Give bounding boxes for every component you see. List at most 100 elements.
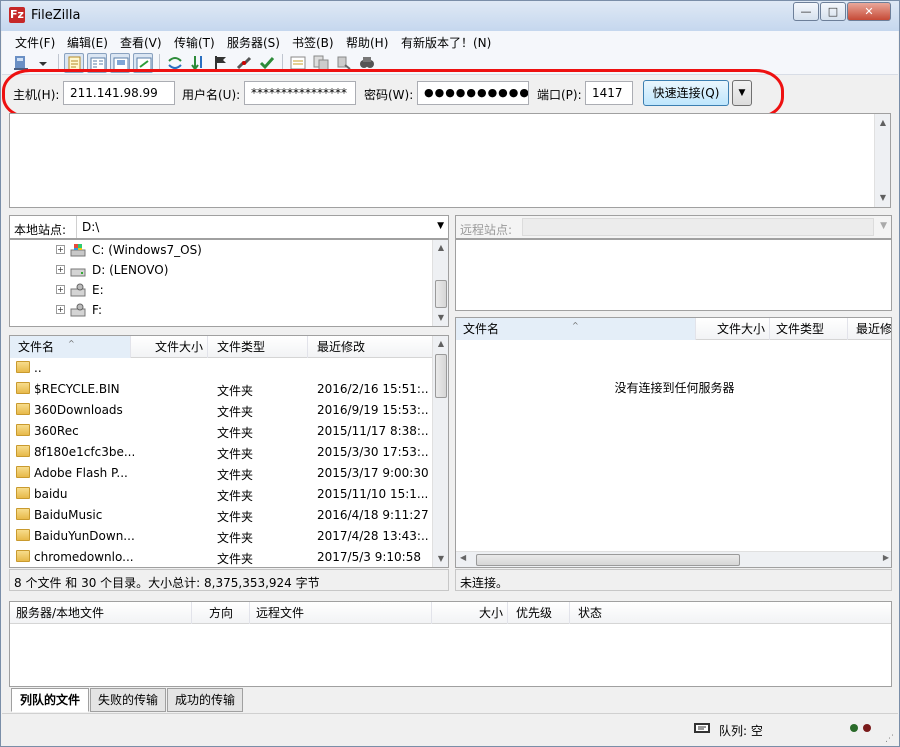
tab-successful-transfers[interactable]: 成功的传输 [167, 688, 243, 712]
expand-icon[interactable]: + [56, 305, 65, 314]
menu-view[interactable]: 查看(V) [120, 34, 162, 51]
expand-icon[interactable]: + [56, 245, 65, 254]
column-modified[interactable]: 最近修改 [308, 336, 434, 358]
port-input[interactable]: 1417 [585, 81, 633, 105]
menu-server[interactable]: 服务器(S) [227, 34, 280, 51]
menu-help[interactable]: 帮助(H) [346, 34, 388, 51]
local-site-dropdown-icon[interactable]: ▼ [437, 221, 444, 231]
toggle-local-tree-icon[interactable] [87, 53, 107, 73]
tree-node-label: D: (LENOVO) [92, 263, 169, 277]
disconnect-icon[interactable] [234, 53, 254, 73]
file-type: 文件夹 [217, 384, 254, 398]
table-row[interactable]: Adobe Flash P... 文件夹 2015/3/17 9:00:30 [10, 463, 430, 484]
remote-site-label: 远程站点: [460, 223, 513, 237]
scroll-thumb[interactable] [476, 554, 740, 566]
compare-directories-icon[interactable] [311, 53, 331, 73]
tab-queued-files[interactable]: 列队的文件 [11, 688, 89, 712]
host-input[interactable]: 211.141.98.99 [63, 81, 175, 105]
column-filename[interactable]: 文件名 ^ [10, 336, 131, 358]
table-row[interactable]: .. [10, 358, 430, 379]
table-row[interactable]: chromedownlo... 文件夹 2017/5/3 9:10:58 [10, 547, 430, 567]
column-filetype[interactable]: 文件类型 [770, 318, 848, 340]
close-button[interactable]: ✕ [847, 2, 891, 21]
menu-transfer[interactable]: 传输(T) [174, 34, 215, 51]
toggle-remote-tree-icon[interactable] [110, 53, 130, 73]
menu-new-version[interactable]: 有新版本了！(N) [401, 34, 491, 51]
remote-file-list[interactable]: 文件名 ^ 文件大小 文件类型 最近修 没有连接到任何服务器 ◀ ▶ [455, 317, 892, 568]
reconnect-icon[interactable] [257, 53, 277, 73]
remote-directory-tree[interactable] [455, 239, 892, 311]
tab-failed-transfers[interactable]: 失败的传输 [90, 688, 166, 712]
column-filename[interactable]: 文件名 ^ [456, 318, 696, 340]
search-remote-files-icon[interactable] [357, 53, 377, 73]
synchronized-browsing-icon[interactable] [334, 53, 354, 73]
scroll-up-icon[interactable]: ▲ [433, 337, 448, 351]
column-server-local-file[interactable]: 服务器/本地文件 [10, 602, 192, 624]
file-modified: 2016/2/16 15:51:... [317, 382, 429, 396]
column-remote-file[interactable]: 远程文件 [250, 602, 432, 624]
table-row[interactable]: 360Rec 文件夹 2015/11/17 8:38:... [10, 421, 430, 442]
resize-grip-icon[interactable]: ⋰ [885, 734, 894, 744]
menu-edit[interactable]: 编辑(E) [67, 34, 108, 51]
table-row[interactable]: $RECYCLE.BIN 文件夹 2016/2/16 15:51:... [10, 379, 430, 400]
column-priority[interactable]: 优先级 [508, 602, 570, 624]
table-row[interactable]: 8f180e1cfc3be... 文件夹 2015/3/30 17:53:... [10, 442, 430, 463]
scroll-left-icon[interactable]: ◀ [460, 553, 466, 562]
table-row[interactable]: 360Downloads 文件夹 2016/9/19 15:53:... [10, 400, 430, 421]
maximize-button[interactable]: □ [820, 2, 846, 21]
local-site-bar: 本地站点: D:\ ▼ [9, 215, 449, 239]
quickconnect-button[interactable]: 快速连接(Q) [643, 80, 729, 106]
local-site-path-input[interactable]: D:\ [82, 220, 99, 234]
column-direction[interactable]: 方向 [192, 602, 250, 624]
site-manager-icon[interactable] [12, 53, 32, 73]
refresh-icon[interactable] [165, 53, 185, 73]
local-file-list[interactable]: 文件名 ^ 文件大小 文件类型 最近修改 .. $RECYCLE.BIN 文件夹 20… [9, 335, 449, 568]
cancel-icon[interactable] [211, 53, 231, 73]
remote-site-path-input[interactable] [522, 218, 874, 236]
local-directory-tree[interactable]: + C: (Windows7_OS) + D: (LENOVO) + E: + … [9, 239, 449, 327]
scroll-down-icon[interactable]: ▼ [433, 311, 449, 325]
file-name: chromedownlo... [34, 550, 134, 564]
scroll-right-icon[interactable]: ▶ [883, 553, 889, 562]
toggle-queue-icon[interactable] [133, 53, 153, 73]
minimize-button[interactable]: — [793, 2, 819, 21]
scroll-down-icon[interactable]: ▼ [875, 191, 891, 205]
process-queue-icon[interactable] [188, 53, 208, 73]
directory-listing-filters-icon[interactable] [288, 53, 308, 73]
column-filetype[interactable]: 文件类型 [208, 336, 308, 358]
table-row[interactable]: BaiduMusic 文件夹 2016/4/18 9:11:27 [10, 505, 430, 526]
remote-site-dropdown-icon[interactable]: ▼ [880, 221, 887, 231]
column-filesize[interactable]: 文件大小 [696, 318, 770, 340]
column-modified[interactable]: 最近修 [848, 318, 891, 340]
username-label: 用户名(U): [182, 88, 241, 102]
tree-scrollbar[interactable]: ▲ ▼ [432, 240, 448, 326]
username-input[interactable]: **************** [244, 81, 356, 105]
file-name: 360Rec [34, 424, 79, 438]
table-row[interactable]: BaiduYunDown... 文件夹 2017/4/28 13:43:... [10, 526, 430, 547]
toggle-log-icon[interactable] [64, 53, 84, 73]
password-input[interactable]: ●●●●●●●●●●● [417, 81, 529, 105]
log-scrollbar[interactable]: ▲ ▼ [874, 114, 890, 207]
message-log[interactable]: ▲ ▼ [9, 113, 891, 208]
file-name: $RECYCLE.BIN [34, 382, 120, 396]
column-size[interactable]: 大小 [432, 602, 508, 624]
menu-bar: 文件(F) 编辑(E) 查看(V) 传输(T) 服务器(S) 书签(B) 帮助(… [2, 31, 898, 51]
table-row[interactable]: baidu 文件夹 2015/11/10 15:1... [10, 484, 430, 505]
expand-icon[interactable]: + [56, 285, 65, 294]
menu-bookmarks[interactable]: 书签(B) [292, 34, 334, 51]
expand-icon[interactable]: + [56, 265, 65, 274]
scroll-thumb[interactable] [435, 354, 447, 398]
column-status[interactable]: 状态 [570, 602, 891, 624]
scroll-up-icon[interactable]: ▲ [875, 116, 891, 130]
transfer-queue[interactable]: 服务器/本地文件 方向 远程文件 大小 优先级 状态 [9, 601, 892, 687]
remote-hscrollbar[interactable]: ◀ ▶ [456, 551, 891, 567]
site-manager-dropdown-icon[interactable] [36, 53, 50, 73]
column-filesize[interactable]: 文件大小 [131, 336, 208, 358]
sort-ascending-icon: ^ [572, 321, 579, 330]
scroll-thumb[interactable] [435, 280, 447, 308]
quickconnect-dropdown-button[interactable]: ▼ [732, 80, 752, 106]
filelist-scrollbar[interactable]: ▲ ▼ [432, 336, 448, 567]
menu-file[interactable]: 文件(F) [15, 34, 55, 51]
scroll-down-icon[interactable]: ▼ [433, 552, 448, 566]
scroll-up-icon[interactable]: ▲ [433, 241, 449, 255]
